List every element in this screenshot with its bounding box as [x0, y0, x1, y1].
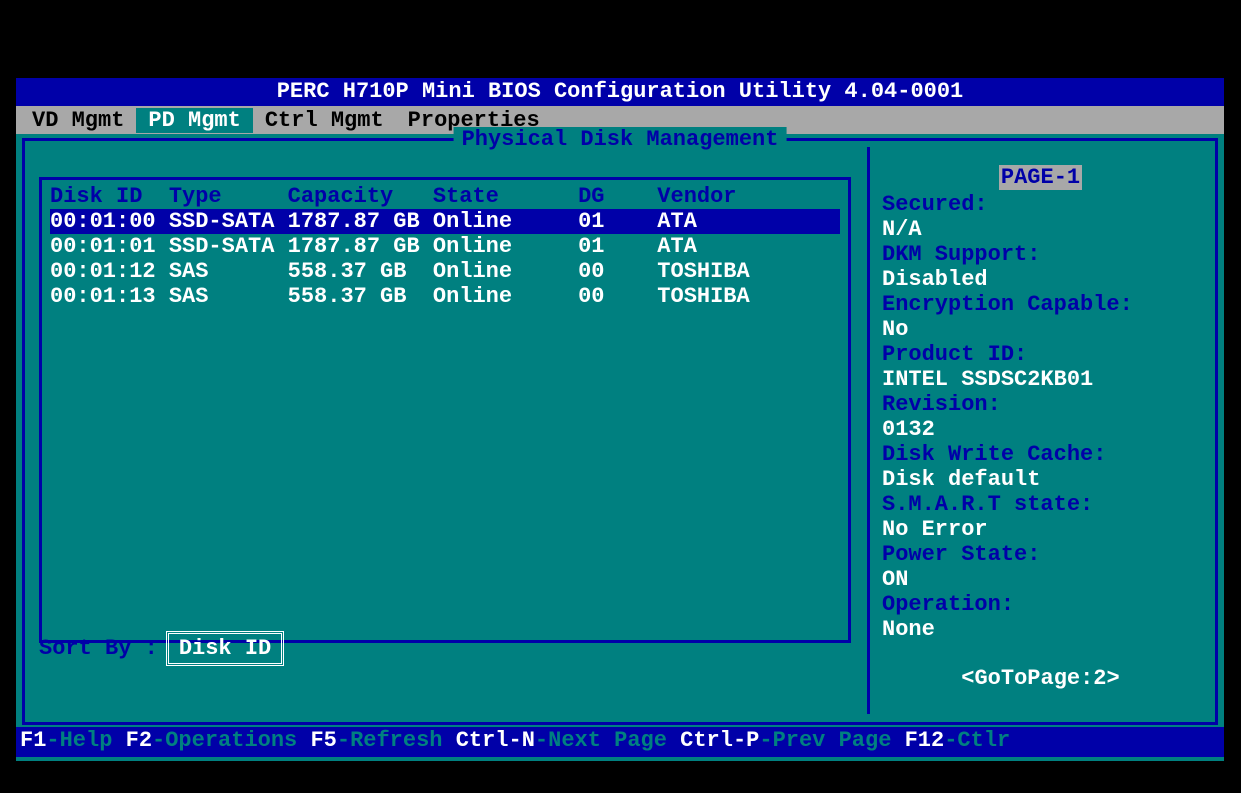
- footer-label: -Refresh: [337, 728, 456, 753]
- table-row[interactable]: 00:01:12 SAS 558.37 GB Online 00 TOSHIBA: [50, 259, 840, 284]
- detail-fields: Secured:N/ADKM Support:DisabledEncryptio…: [882, 192, 1199, 642]
- detail-value: No Error: [882, 517, 1199, 542]
- detail-label: Encryption Capable:: [882, 292, 1199, 317]
- title-bar: PERC H710P Mini BIOS Configuration Utili…: [16, 78, 1224, 106]
- sort-by-label: Sort By :: [39, 636, 158, 661]
- detail-value: Disk default: [882, 467, 1199, 492]
- sort-by-value[interactable]: Disk ID: [166, 631, 284, 666]
- goto-page-link[interactable]: <GoToPage:2>: [882, 666, 1199, 691]
- footer-key: F1: [20, 728, 46, 753]
- footer-key: F12: [905, 728, 945, 753]
- detail-label: Secured:: [882, 192, 1199, 217]
- footer-key: F5: [310, 728, 336, 753]
- detail-value: INTEL SSDSC2KB01: [882, 367, 1199, 392]
- table-row[interactable]: 00:01:01 SSD-SATA 1787.87 GB Online 01 A…: [50, 234, 840, 259]
- detail-label: S.M.A.R.T state:: [882, 492, 1199, 517]
- footer-key: Ctrl-P: [680, 728, 759, 753]
- disk-table[interactable]: Disk ID Type Capacity State DG Vendor00:…: [39, 177, 851, 643]
- detail-value: ON: [882, 567, 1199, 592]
- detail-value: 0132: [882, 417, 1199, 442]
- detail-label: DKM Support:: [882, 242, 1199, 267]
- detail-value: Disabled: [882, 267, 1199, 292]
- page-badge: PAGE-1: [882, 165, 1199, 190]
- panel-frame: Physical Disk Management Disk ID Type Ca…: [22, 138, 1218, 725]
- workspace: Physical Disk Management Disk ID Type Ca…: [16, 134, 1224, 757]
- footer-label: -Help: [46, 728, 125, 753]
- detail-label: Product ID:: [882, 342, 1199, 367]
- bios-screen: PERC H710P Mini BIOS Configuration Utili…: [16, 78, 1224, 761]
- footer-label: -Ctlr: [944, 728, 1010, 753]
- detail-label: Power State:: [882, 542, 1199, 567]
- menu-item-pd-mgmt[interactable]: PD Mgmt: [136, 108, 252, 133]
- sort-by-row: Sort By : Disk ID: [39, 631, 284, 666]
- detail-value: No: [882, 317, 1199, 342]
- detail-label: Operation:: [882, 592, 1199, 617]
- detail-value: None: [882, 617, 1199, 642]
- footer-label: -Next Page: [535, 728, 680, 753]
- table-row[interactable]: 00:01:13 SAS 558.37 GB Online 00 TOSHIBA: [50, 284, 840, 309]
- detail-label: Disk Write Cache:: [882, 442, 1199, 467]
- footer-key: F2: [126, 728, 152, 753]
- detail-value: N/A: [882, 217, 1199, 242]
- footer-hints: F1-Help F2-Operations F5-Refresh Ctrl-N-…: [16, 727, 1224, 757]
- footer-label: -Operations: [152, 728, 310, 753]
- detail-label: Revision:: [882, 392, 1199, 417]
- app-title: PERC H710P Mini BIOS Configuration Utili…: [277, 79, 964, 104]
- detail-pane: PAGE-1 Secured:N/ADKM Support:DisabledEn…: [867, 147, 1207, 714]
- table-header-row: Disk ID Type Capacity State DG Vendor: [50, 184, 840, 209]
- footer-label: -Prev Page: [759, 728, 904, 753]
- table-row[interactable]: 00:01:00 SSD-SATA 1787.87 GB Online 01 A…: [50, 209, 840, 234]
- menu-item-vd-mgmt[interactable]: VD Mgmt: [20, 108, 136, 133]
- panel-title: Physical Disk Management: [454, 127, 787, 152]
- footer-key: Ctrl-N: [456, 728, 535, 753]
- menu-item-ctrl-mgmt[interactable]: Ctrl Mgmt: [253, 108, 396, 133]
